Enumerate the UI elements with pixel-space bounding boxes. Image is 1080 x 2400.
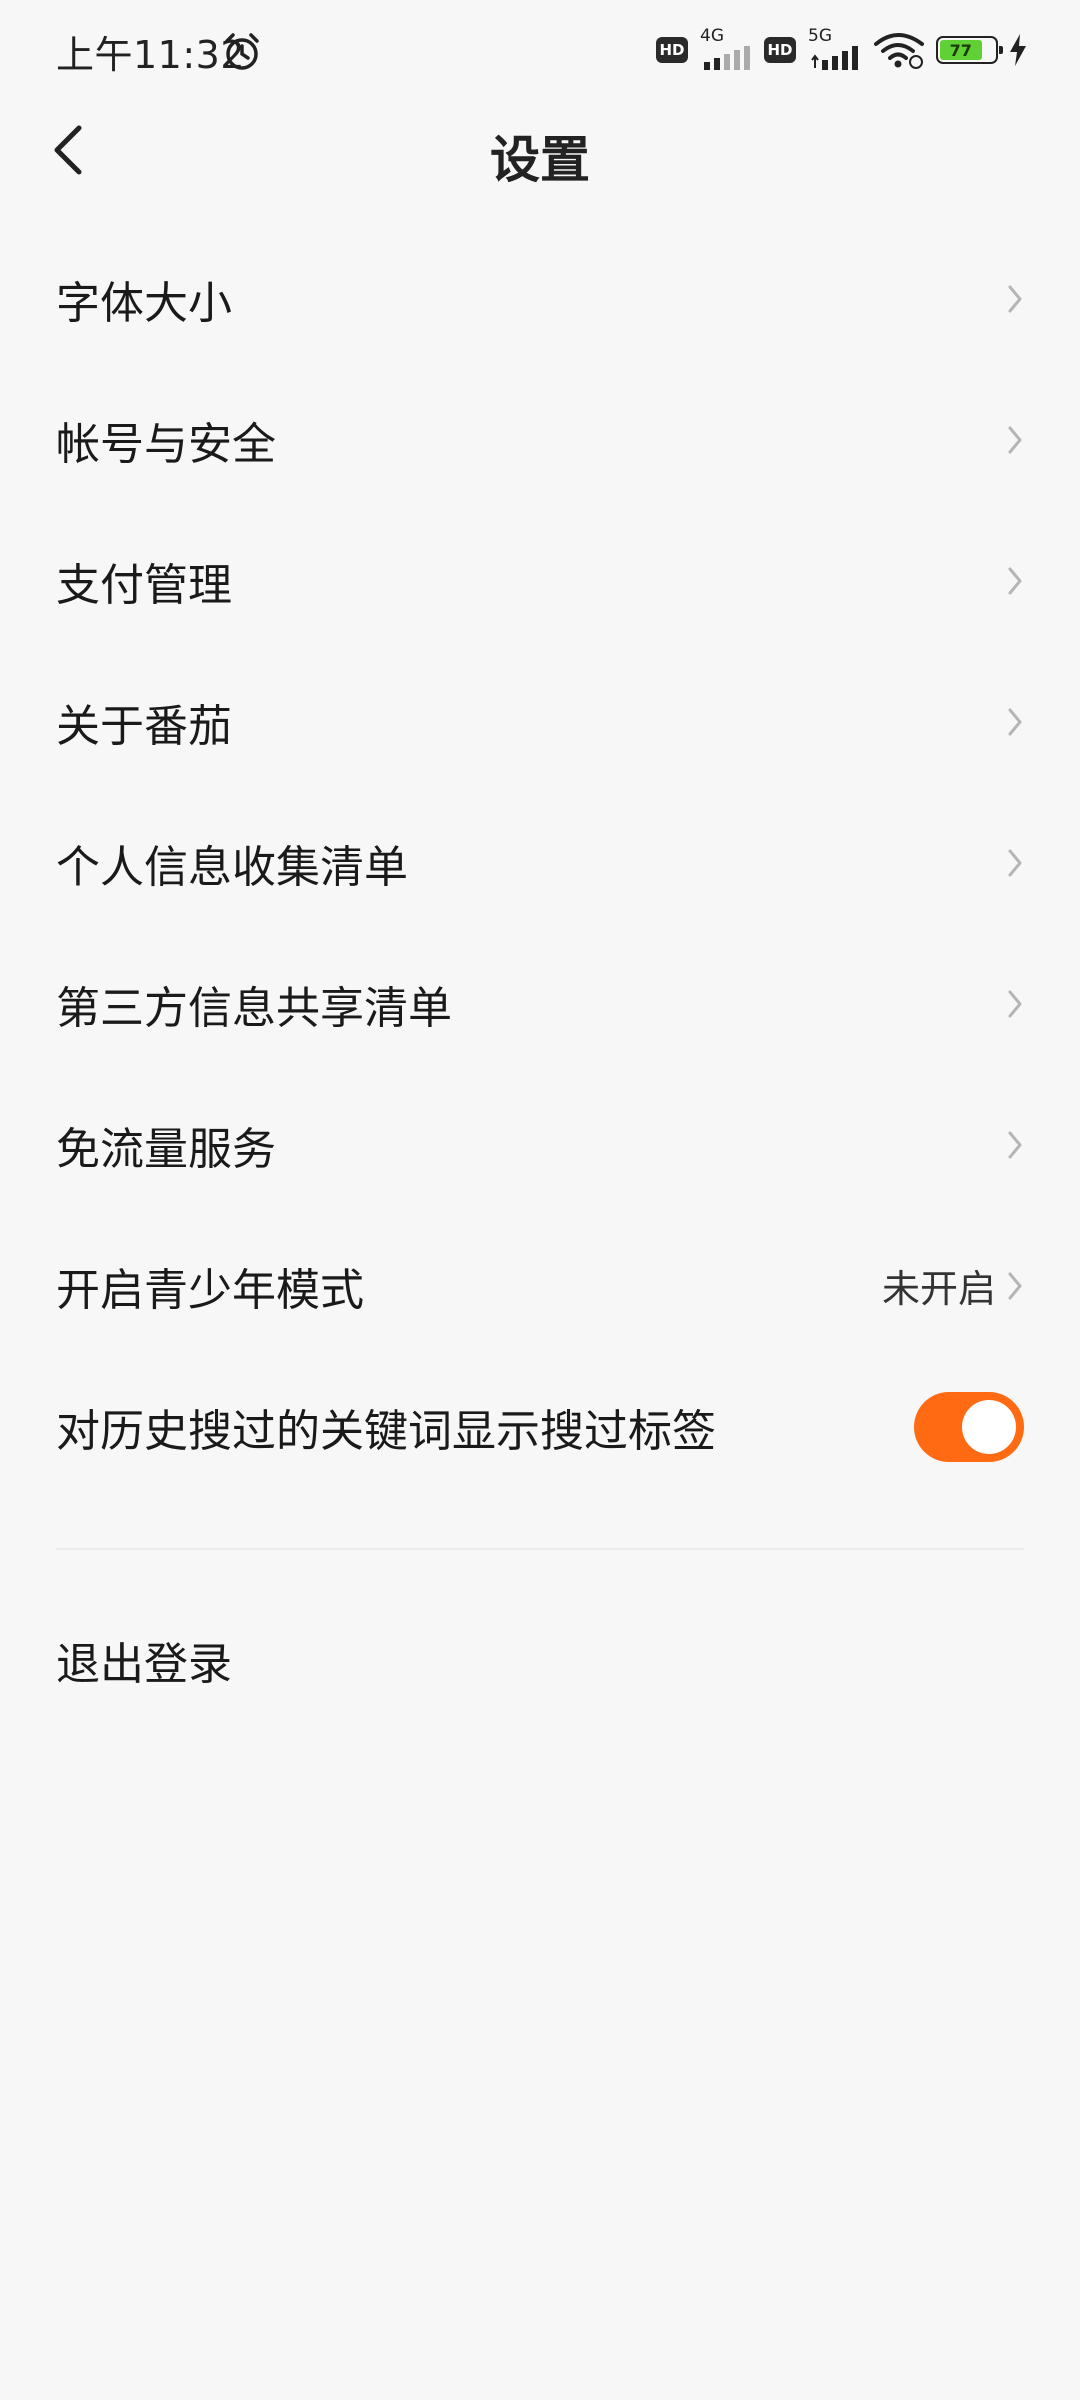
signal-4g-icon: 4G (698, 26, 754, 70)
settings-row-about[interactable]: 关于番茄 (0, 651, 1080, 792)
status-bar: 上午11:32 HD 4G HD 5G 77 (0, 0, 1080, 100)
settings-row-teen-mode[interactable]: 开启青少年模式 未开启 (0, 1215, 1080, 1356)
settings-row-account-security[interactable]: 帐号与安全 (0, 369, 1080, 510)
settings-row-font-size[interactable]: 字体大小 (0, 228, 1080, 369)
settings-row-third-party-sharing[interactable]: 第三方信息共享清单 (0, 933, 1080, 1074)
alarm-clock-icon (225, 33, 259, 70)
page-title: 设置 (490, 131, 590, 189)
settings-row-payment[interactable]: 支付管理 (0, 510, 1080, 651)
status-icons: HD 4G HD 5G 77 (656, 26, 1028, 72)
network-type-label: 4G (700, 26, 724, 46)
status-time: 上午11:32 (56, 33, 246, 77)
section-divider (56, 1548, 1024, 1550)
battery-icon: 77 (936, 36, 1003, 64)
settings-row-label: 个人信息收集清单 (56, 841, 408, 893)
settings-list: 字体大小 帐号与安全 支付管理 关于番茄 个人信息收集清单 第三方信息共享清单 (0, 228, 1080, 1497)
chevron-right-icon (1006, 988, 1024, 1020)
toggle-knob (962, 1399, 1016, 1454)
charging-bolt-icon (1010, 34, 1026, 66)
hd-badge: HD (764, 37, 796, 63)
settings-row-search-history-tag: 对历史搜过的关键词显示搜过标签 (0, 1356, 1080, 1497)
chevron-right-icon (1006, 424, 1024, 456)
settings-row-label: 对历史搜过的关键词显示搜过标签 (56, 1405, 716, 1457)
settings-row-label: 支付管理 (56, 559, 232, 611)
settings-row-label: 帐号与安全 (56, 418, 276, 470)
logout-button[interactable]: 退出登录 (56, 1628, 232, 1692)
chevron-right-icon (1006, 847, 1024, 879)
wifi-icon (874, 33, 924, 69)
title-bar: 设置 (0, 100, 1080, 200)
settings-row-label: 关于番茄 (56, 700, 232, 752)
settings-row-label: 第三方信息共享清单 (56, 982, 452, 1034)
settings-row-label: 免流量服务 (56, 1123, 276, 1175)
chevron-right-icon (1006, 283, 1024, 315)
chevron-right-icon (1006, 1129, 1024, 1161)
signal-5g-icon: 5G (806, 26, 862, 70)
network-type-label: 5G (808, 26, 832, 46)
teen-mode-status: 未开启 (881, 1267, 996, 1311)
battery-level: 77 (940, 40, 982, 60)
settings-row-personal-info-list[interactable]: 个人信息收集清单 (0, 792, 1080, 933)
settings-row-free-data[interactable]: 免流量服务 (0, 1074, 1080, 1215)
hd-badge: HD (656, 37, 688, 63)
chevron-right-icon (1006, 1270, 1024, 1302)
settings-row-label: 字体大小 (56, 277, 232, 329)
search-history-tag-toggle[interactable] (914, 1391, 1024, 1462)
chevron-right-icon (1006, 565, 1024, 597)
chevron-right-icon (1006, 706, 1024, 738)
settings-row-label: 开启青少年模式 (56, 1264, 364, 1316)
